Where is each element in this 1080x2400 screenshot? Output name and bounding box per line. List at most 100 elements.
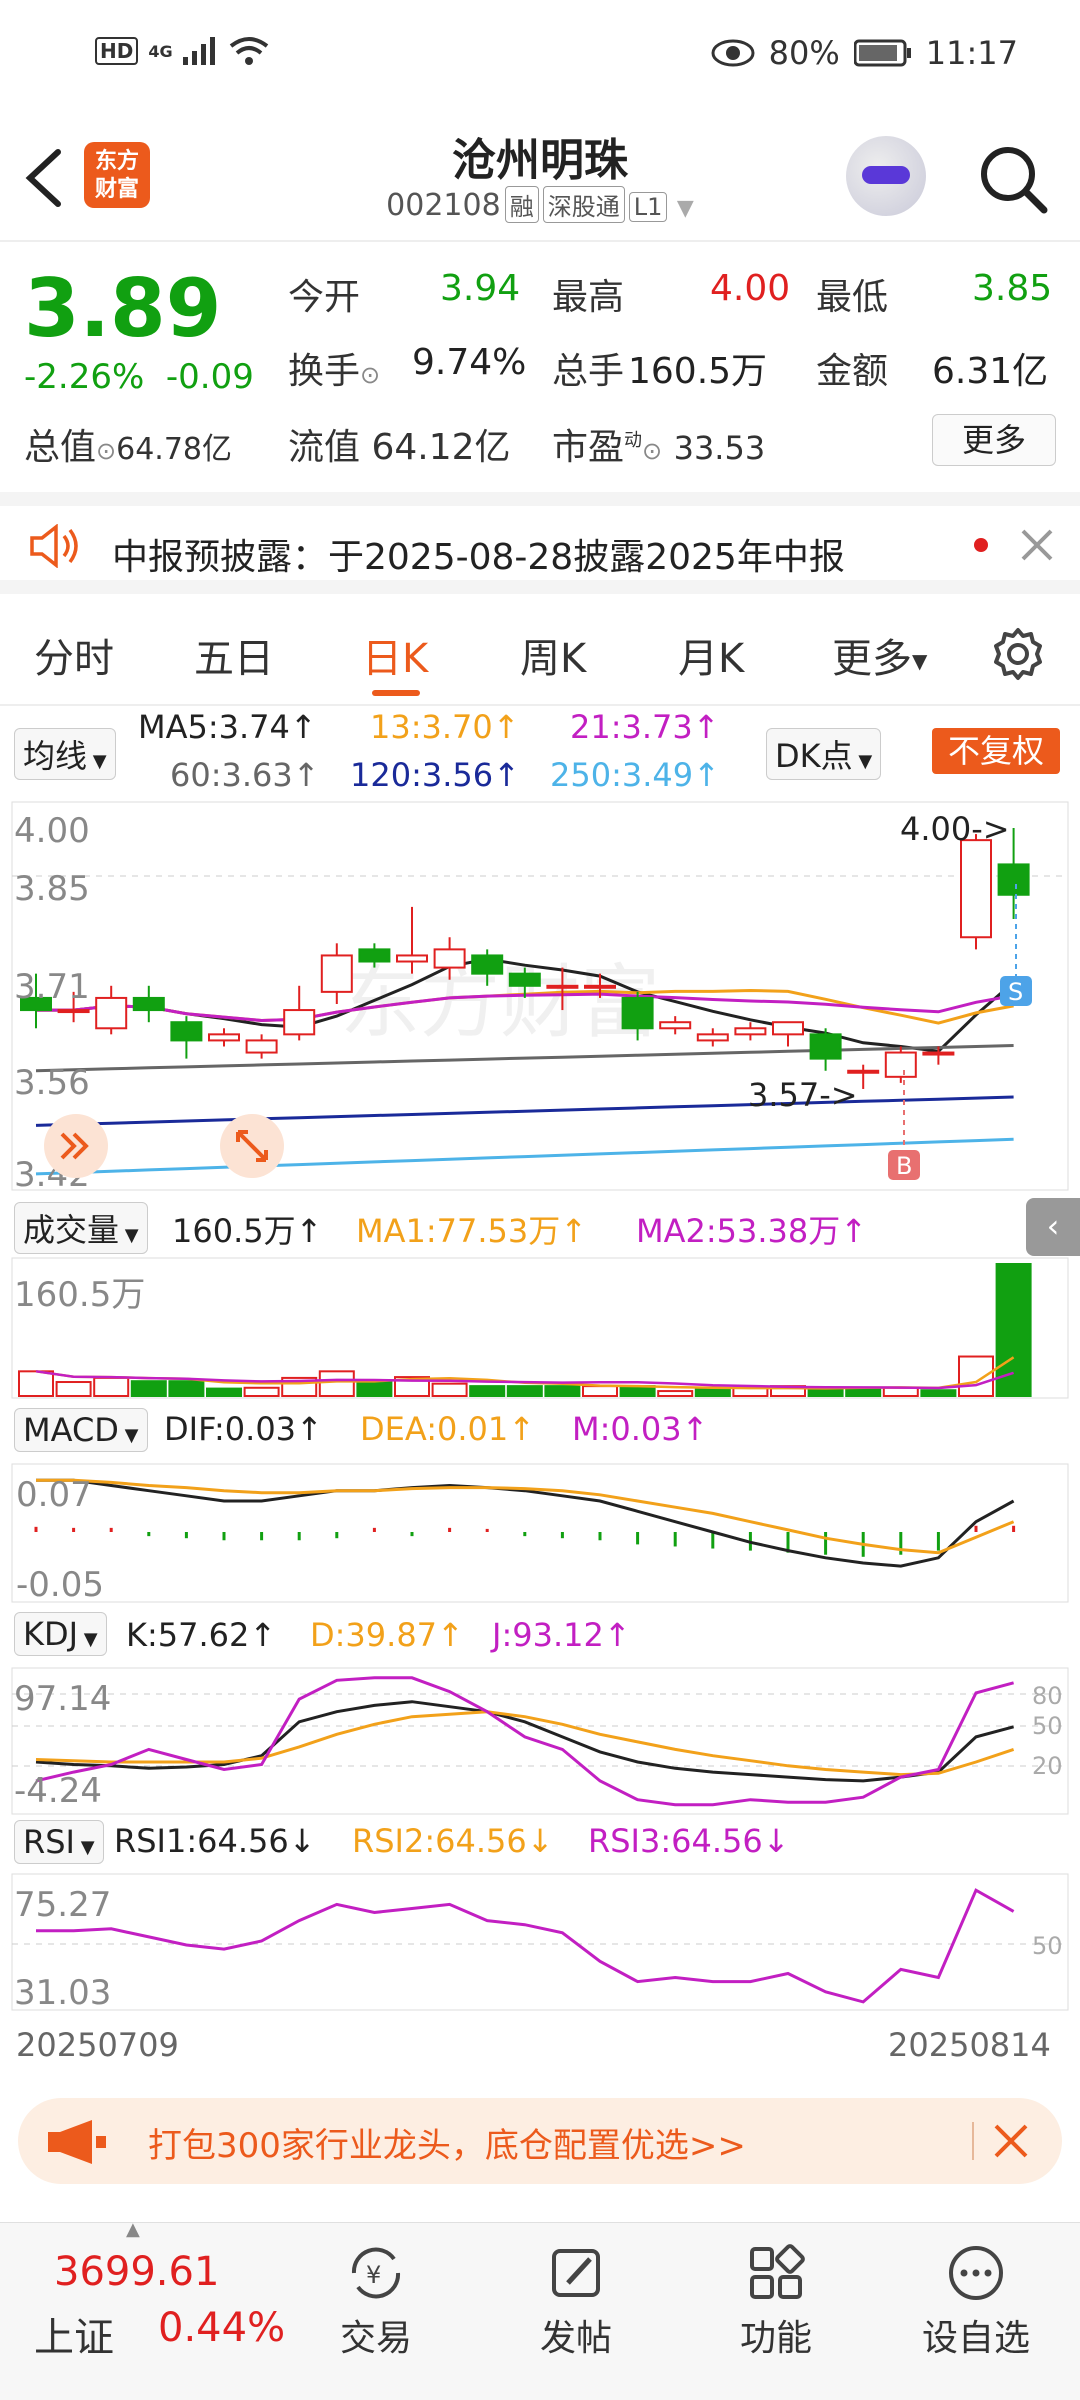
kline-chart[interactable]: 东方财富 4.00 3.85 3.71 3.56 3.42 4.00-> 3.5… [0, 800, 1080, 1192]
tab-daily-k[interactable]: 日K [362, 626, 428, 684]
nav-add-watchlist[interactable]: 设自选 [896, 2243, 1056, 2361]
ma-dropdown[interactable]: 均线 ▼ [14, 728, 116, 780]
pe-label-text: 市盈 [552, 427, 625, 468]
dk-point-dropdown[interactable]: DK点 ▼ [766, 728, 882, 780]
volume-bar [582, 1385, 618, 1398]
rsi-axis-bottom: 31.03 [14, 1973, 111, 2012]
tab-intraday[interactable]: 分时 [34, 626, 114, 684]
ad-banner[interactable]: 打包300家行业龙头，底仓配置优选>> [18, 2098, 1062, 2184]
volume-bar [206, 1387, 242, 1397]
sell-marker-text: S [1008, 978, 1023, 1006]
no-adjust-button[interactable]: 不复权 [932, 728, 1060, 774]
info-icon[interactable]: ⊙ [642, 437, 662, 465]
ma250-value: 250:3.49↑ [550, 756, 720, 794]
search-icon[interactable] [978, 144, 1048, 214]
more-button[interactable]: 更多 [932, 414, 1056, 466]
volume-bar [356, 1380, 393, 1397]
gear-icon[interactable] [990, 626, 1046, 682]
volume-dropdown[interactable]: 成交量 ▼ [14, 1202, 148, 1254]
info-icon[interactable]: ⊙ [96, 437, 116, 465]
svg-text:¥: ¥ [366, 2261, 381, 2289]
tag-margin: 融 [504, 186, 539, 223]
ma60-line [35, 1044, 1014, 1073]
tab-weekly-k[interactable]: 周K [520, 626, 586, 684]
candle-body [433, 948, 466, 969]
chevron-down-icon: ▼ [852, 751, 873, 772]
candle-body [396, 954, 428, 963]
kdj-dropdown[interactable]: KDJ ▼ [14, 1612, 107, 1656]
macd-chart[interactable]: 0.07 -0.05 [0, 1462, 1080, 1604]
kline-axis-top: 4.00 [14, 811, 90, 851]
ma21-value: 21:3.73↑ [570, 708, 720, 746]
date-start: 20250709 [16, 2026, 179, 2064]
rsi-dropdown[interactable]: RSI ▼ [14, 1820, 104, 1864]
close-icon[interactable] [1020, 528, 1054, 562]
caret-up-icon[interactable]: ▲ [126, 2219, 140, 2240]
candle-body [283, 1009, 316, 1036]
volume-value: 160.5万 [628, 351, 768, 392]
candle-body [884, 1051, 917, 1078]
kdj-chart[interactable]: 97.14 -4.24 80 50 20 [0, 1666, 1080, 1816]
nav-trade[interactable]: ¥ 交易 [296, 2243, 456, 2361]
low-annotation: 3.57-> [748, 1076, 858, 1114]
zoom-icon[interactable] [220, 1114, 284, 1178]
volume-chart[interactable]: 160.5万 [0, 1256, 1080, 1400]
tab-monthly-k[interactable]: 月K [678, 626, 744, 684]
candle-body [847, 1069, 880, 1074]
status-bar: HD 4G 80% 11:17 [0, 0, 1080, 110]
index-value[interactable]: 3699.61 [54, 2249, 219, 2295]
more-dots-icon [949, 2246, 1003, 2300]
chevron-double-right-icon[interactable] [44, 1114, 108, 1178]
info-icon[interactable]: ⊙ [360, 361, 380, 389]
chevron-down-icon: ▼ [118, 1425, 139, 1446]
index-change[interactable]: 0.44% [158, 2305, 285, 2351]
kline-axis-3: 3.71 [14, 967, 90, 1007]
volume-bar [130, 1380, 167, 1397]
candle-body [772, 1021, 804, 1036]
close-icon[interactable] [992, 2122, 1030, 2160]
bottom-nav: ▲ 3699.61 上证 0.44% ¥ 交易 发帖 功能 设自选 [0, 2219, 1080, 2400]
candle-body [57, 1009, 90, 1014]
candle-body [922, 1051, 955, 1056]
stock-code: 002108 [386, 188, 501, 223]
nav-function-label: 功能 [739, 2318, 812, 2359]
chevron-down-icon: ▼ [87, 751, 107, 772]
notice-bar[interactable]: 中报预披露：于2025-08-28披露2025年中报 [0, 492, 1080, 594]
change-abs: -0.09 [165, 357, 254, 397]
high-label: 最高 [552, 277, 625, 318]
candle-body [132, 996, 165, 1012]
amount-value: 6.31亿 [932, 351, 1049, 392]
candle-body [320, 954, 353, 993]
wifi-icon [229, 37, 268, 65]
tab-more[interactable]: 更多▼ [832, 626, 927, 684]
nav-post[interactable]: 发帖 [496, 2243, 656, 2361]
ma60-value: 60:3.63↑ [170, 756, 320, 794]
tab-five-day[interactable]: 五日 [194, 626, 274, 684]
chevron-down-icon: ▼ [912, 649, 928, 673]
sell-marker[interactable]: S [1000, 884, 1032, 1006]
ad-text: 打包300家行业龙头，底仓配置优选>> [148, 2126, 746, 2166]
chevron-down-icon: ▼ [78, 1629, 98, 1650]
price-change: -2.26% -0.09 [24, 357, 254, 397]
rsi-line [36, 1888, 1015, 2004]
side-panel-toggle-icon[interactable]: ‹ [1026, 1198, 1080, 1256]
kdj-k: K:57.62↑ [126, 1616, 277, 1654]
turnover-label: 换手⊙ [288, 342, 380, 394]
kline-axis-4: 3.56 [14, 1063, 90, 1103]
turnover-label-text: 换手 [288, 351, 361, 392]
robot-assistant-icon[interactable] [846, 136, 926, 216]
nav-function[interactable]: 功能 [696, 2243, 856, 2361]
edit-icon [552, 2249, 600, 2297]
volume-bar [431, 1382, 468, 1397]
change-pct: -2.26% [24, 357, 145, 397]
volume-bar [469, 1385, 506, 1398]
candle-body [358, 948, 391, 963]
index-name[interactable]: 上证 [34, 2305, 114, 2363]
rsi-chart[interactable]: 75.27 31.03 50 [0, 1872, 1080, 2012]
macd-dropdown[interactable]: MACD ▼ [14, 1408, 148, 1452]
signal-icon [182, 37, 215, 65]
buy-marker[interactable]: B [888, 1070, 920, 1180]
megaphone-icon [48, 2120, 106, 2164]
notice-text: 中报预披露：于2025-08-28披露2025年中报 [112, 537, 845, 578]
battery-percent: 80% [768, 34, 840, 72]
